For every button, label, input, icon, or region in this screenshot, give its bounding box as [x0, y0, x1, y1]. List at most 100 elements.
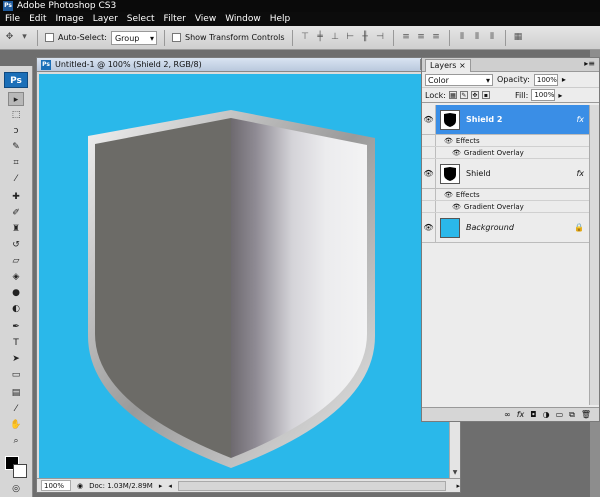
- eyedropper-tool-icon[interactable]: ⁄: [8, 172, 24, 186]
- marquee-tool-icon[interactable]: ⬚: [8, 108, 24, 122]
- new-layer-icon[interactable]: ⧉: [569, 410, 575, 420]
- effect-eye-icon[interactable]: [422, 201, 436, 212]
- layer-row-shield[interactable]: 👁 Shield fx: [422, 159, 590, 189]
- path-selection-tool-icon[interactable]: ➤: [8, 352, 24, 366]
- fx-icon[interactable]: fx: [576, 115, 584, 124]
- effects-row[interactable]: 👁 Effects: [422, 135, 590, 147]
- layer-row-background[interactable]: 👁 Background 🔒: [422, 213, 590, 243]
- menu-image[interactable]: Image: [56, 12, 84, 26]
- lock-all-icon[interactable]: ▪: [481, 91, 490, 99]
- eyedropper-sample-tool-icon[interactable]: ⁄: [8, 402, 24, 416]
- zoom-tool-icon[interactable]: ⌕: [8, 434, 24, 448]
- effect-row-gradient-overlay[interactable]: 👁 Gradient Overlay: [422, 147, 590, 159]
- auto-select-dropdown[interactable]: Group: [110, 30, 157, 45]
- paint-bucket-tool-icon[interactable]: ◈: [8, 270, 24, 284]
- scroll-down-icon[interactable]: ▼: [450, 468, 460, 478]
- menu-help[interactable]: Help: [270, 12, 291, 26]
- history-brush-tool-icon[interactable]: ↺: [8, 238, 24, 252]
- scroll-left-icon[interactable]: ◂: [168, 482, 172, 490]
- background-color-swatch[interactable]: [13, 464, 27, 478]
- visibility-eye-icon[interactable]: 👁: [422, 105, 436, 134]
- menu-edit[interactable]: Edit: [29, 12, 46, 26]
- distribute-bottom-icon[interactable]: ≡: [431, 32, 442, 43]
- quick-mask-icon[interactable]: ◎: [8, 482, 24, 496]
- menu-filter[interactable]: Filter: [164, 12, 186, 26]
- layer-name[interactable]: Shield 2: [466, 115, 502, 124]
- brush-tool-icon[interactable]: ✐: [8, 206, 24, 220]
- shape-tool-icon[interactable]: ▭: [8, 368, 24, 382]
- horizontal-scrollbar[interactable]: [177, 480, 447, 491]
- status-bar: 100% ◉ Doc: 1.03M/2.89M ▸ ◂ ▸: [37, 478, 460, 492]
- opacity-field[interactable]: 100%: [533, 73, 558, 86]
- menu-select[interactable]: Select: [127, 12, 155, 26]
- eraser-tool-icon[interactable]: ▱: [8, 254, 24, 268]
- effects-row[interactable]: 👁 Effects: [422, 189, 590, 201]
- align-left-icon[interactable]: ⊢: [345, 32, 356, 43]
- adjustment-layer-icon[interactable]: ◑: [543, 410, 550, 419]
- fill-slider-arrow-icon[interactable]: ▸: [558, 91, 562, 100]
- shield-artwork: [88, 110, 375, 468]
- panel-menu-icon[interactable]: ▸≡: [584, 59, 595, 68]
- auto-align-icon[interactable]: ▦: [513, 32, 524, 43]
- delete-layer-icon[interactable]: 🗑: [581, 410, 591, 419]
- crop-tool-icon[interactable]: ⌗: [8, 156, 24, 170]
- healing-brush-tool-icon[interactable]: ✚: [8, 190, 24, 204]
- pen-tool-icon[interactable]: ✒: [8, 320, 24, 334]
- show-transform-checkbox[interactable]: [171, 33, 181, 42]
- effects-eye-icon[interactable]: [422, 189, 436, 200]
- lock-pixels-icon[interactable]: ✎: [459, 91, 468, 99]
- layer-name[interactable]: Background: [466, 223, 514, 232]
- menu-view[interactable]: View: [195, 12, 216, 26]
- effect-eye-icon[interactable]: [422, 147, 436, 158]
- quick-select-tool-icon[interactable]: ✎: [8, 140, 24, 154]
- visibility-eye-icon[interactable]: 👁: [422, 159, 436, 188]
- align-right-icon[interactable]: ⊣: [375, 32, 386, 43]
- layer-row-shield-2[interactable]: 👁 Shield 2 fx: [422, 105, 590, 135]
- status-info-icon[interactable]: ◉: [77, 482, 83, 490]
- layer-name[interactable]: Shield: [466, 169, 491, 178]
- status-menu-arrow-icon[interactable]: ▸: [159, 482, 163, 490]
- chevron-down-icon[interactable]: ▾: [19, 32, 30, 43]
- auto-select-checkbox[interactable]: [45, 33, 54, 42]
- fill-field[interactable]: 100%: [531, 89, 556, 101]
- align-bottom-icon[interactable]: ⊥: [330, 32, 341, 43]
- document-canvas[interactable]: [39, 74, 449, 478]
- new-group-icon[interactable]: ▭: [556, 410, 564, 419]
- blend-mode-dropdown[interactable]: Color: [425, 73, 493, 86]
- add-layer-mask-icon[interactable]: ◘: [530, 410, 536, 419]
- blur-tool-icon[interactable]: ●: [8, 286, 24, 300]
- notes-tool-icon[interactable]: ▤: [8, 386, 24, 400]
- menu-layer[interactable]: Layer: [93, 12, 118, 26]
- link-layers-icon[interactable]: ∞: [504, 410, 511, 419]
- scroll-right-icon[interactable]: ▸: [456, 482, 460, 490]
- type-tool-icon[interactable]: T: [8, 336, 24, 350]
- lock-position-icon[interactable]: ✥: [470, 91, 479, 99]
- hand-tool-icon[interactable]: ✋: [8, 418, 24, 432]
- distribute-left-icon[interactable]: ⫴: [457, 32, 468, 43]
- fx-icon[interactable]: fx: [576, 169, 584, 178]
- layers-scrollbar[interactable]: [589, 105, 599, 405]
- app-titlebar: Ps Adobe Photoshop CS3: [0, 0, 600, 12]
- distribute-top-icon[interactable]: ≡: [401, 32, 412, 43]
- align-hcenter-icon[interactable]: ╫: [360, 32, 371, 43]
- distribute-hcenter-icon[interactable]: ⫴: [472, 32, 483, 43]
- add-layer-style-icon[interactable]: fx: [517, 410, 525, 419]
- layers-tab[interactable]: Layers ×: [425, 59, 471, 72]
- move-tool-icon[interactable]: ▸: [8, 92, 24, 106]
- zoom-field[interactable]: 100%: [41, 480, 71, 491]
- distribute-right-icon[interactable]: ⫴: [487, 32, 498, 43]
- effects-eye-icon[interactable]: [422, 135, 436, 146]
- visibility-eye-icon[interactable]: 👁: [422, 213, 436, 242]
- effect-row-gradient-overlay[interactable]: 👁 Gradient Overlay: [422, 201, 590, 213]
- dodge-tool-icon[interactable]: ◐: [8, 302, 24, 316]
- lock-transparency-icon[interactable]: ▦: [448, 91, 457, 99]
- align-vcenter-icon[interactable]: ╪: [315, 32, 326, 43]
- menu-window[interactable]: Window: [225, 12, 261, 26]
- distribute-vcenter-icon[interactable]: ≡: [416, 32, 427, 43]
- opacity-slider-arrow-icon[interactable]: ▸: [562, 75, 566, 84]
- menu-file[interactable]: File: [5, 12, 20, 26]
- align-top-icon[interactable]: ⊤: [300, 32, 311, 43]
- move-tool-preset-icon[interactable]: ✥: [4, 32, 15, 43]
- clone-stamp-tool-icon[interactable]: ♜: [8, 222, 24, 236]
- lasso-tool-icon[interactable]: ↄ: [8, 124, 24, 138]
